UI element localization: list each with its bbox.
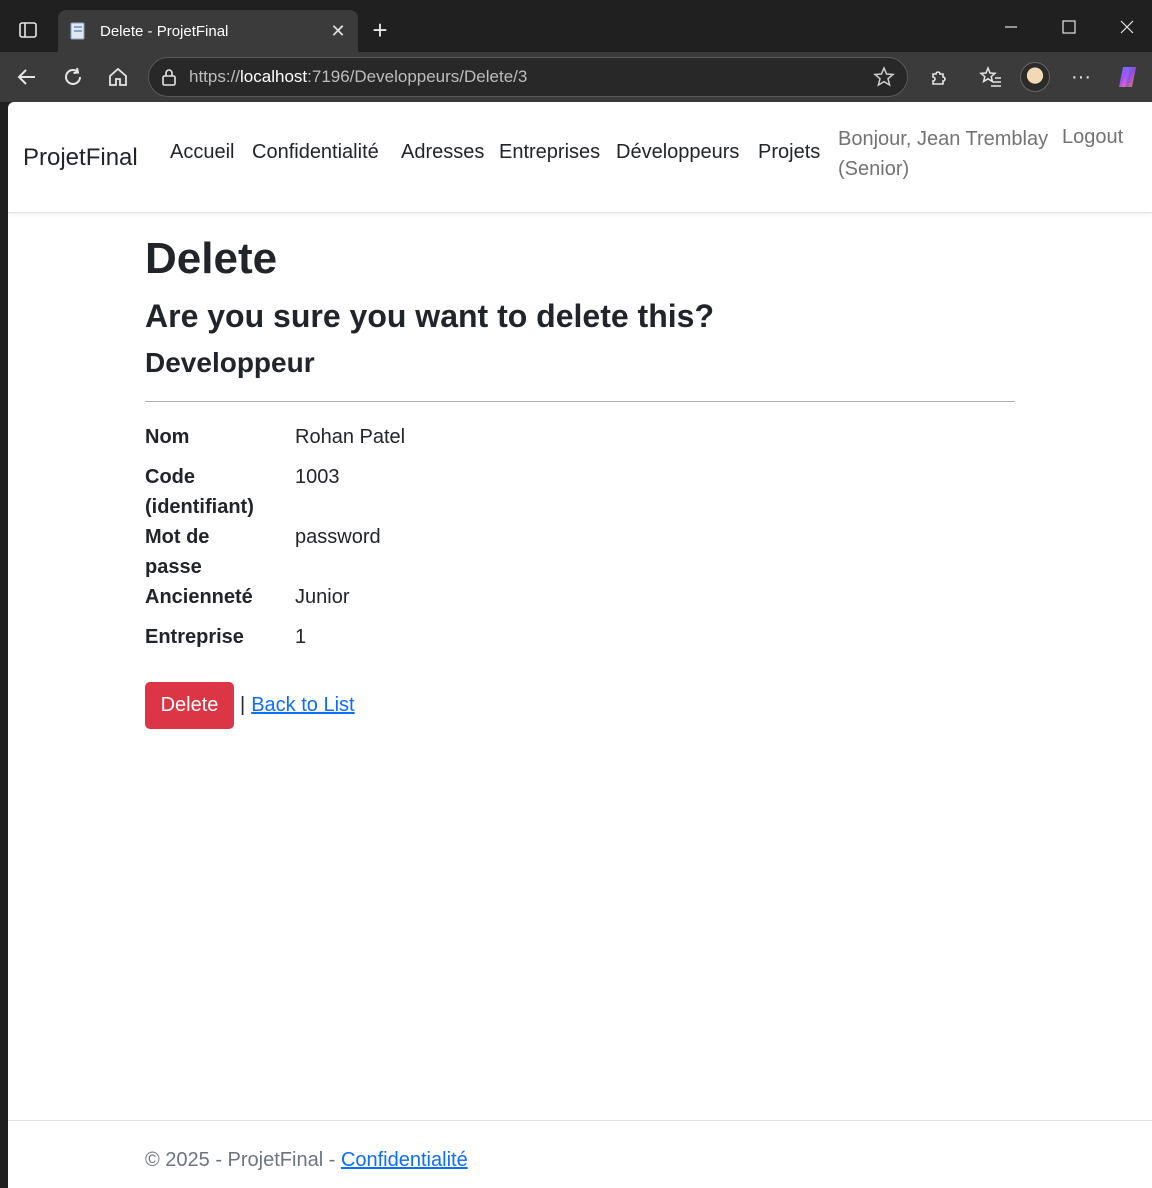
details-list: Nom Rohan Patel Code (identifiant) 1003 M… (145, 422, 1015, 662)
tab-title: Delete - ProjetFinal (100, 22, 229, 40)
maximize-button[interactable] (1046, 8, 1092, 46)
favorite-star-icon[interactable] (873, 66, 895, 88)
page-title: Delete (145, 234, 278, 283)
close-window-button[interactable] (1104, 8, 1150, 46)
tab-strip: Delete - ProjetFinal ✕ + (0, 0, 1152, 52)
confirm-question: Are you sure you want to delete this? (145, 298, 714, 334)
copilot-button[interactable] (1111, 60, 1145, 94)
more-options-button[interactable]: ··· (1064, 60, 1098, 94)
detail-value: 1003 (295, 466, 340, 488)
footer-privacy-link[interactable]: Confidentialité (341, 1149, 468, 1171)
reload-icon (65, 67, 81, 85)
copilot-icon (1119, 67, 1136, 87)
new-tab-button[interactable]: + (364, 14, 396, 46)
nav-link-developpeurs[interactable]: Développeurs (616, 141, 739, 164)
footer-copyright: © 2025 - ProjetFinal - (145, 1149, 341, 1171)
back-arrow-icon (17, 69, 35, 85)
tab-actions-button[interactable] (8, 12, 48, 48)
detail-label: Entreprise (145, 626, 244, 648)
detail-row-nom: Nom Rohan Patel (145, 422, 1015, 462)
nav-link-confidentialite[interactable]: Confidentialité (252, 141, 379, 164)
back-button[interactable] (10, 60, 44, 94)
logout-button[interactable]: Logout (1062, 126, 1123, 149)
separator: | (240, 694, 246, 716)
close-window-icon (1120, 20, 1134, 34)
minimize-icon (1005, 26, 1017, 28)
puzzle-icon (932, 71, 946, 85)
greeting-level: (Senior) (838, 158, 910, 180)
more-icon: ··· (1071, 65, 1091, 88)
page-favicon-icon (70, 22, 85, 40)
address-bar[interactable]: https://localhost:7196/Developpeurs/Dele… (148, 57, 908, 97)
detail-value: password (295, 526, 381, 548)
close-tab-icon[interactable]: ✕ (328, 21, 348, 42)
extensions-button[interactable] (922, 60, 956, 94)
detail-row-anciennete: Ancienneté Junior (145, 582, 1015, 622)
lock-icon (162, 69, 176, 86)
maximize-icon (1062, 20, 1076, 34)
detail-label: Mot de passe (145, 526, 210, 578)
nav-link-entreprises[interactable]: Entreprises (499, 141, 600, 164)
minimize-button[interactable] (988, 8, 1034, 46)
favorites-list-icon (979, 66, 1001, 87)
nav-link-projets[interactable]: Projets (758, 141, 820, 164)
page-viewport: ProjetFinal Accueil Confidentialité Adre… (8, 102, 1152, 1188)
home-icon (109, 67, 127, 86)
reload-button[interactable] (56, 60, 90, 94)
detail-value: 1 (295, 626, 307, 648)
divider (145, 401, 1015, 402)
site-footer: © 2025 - ProjetFinal - Confidentialité (8, 1120, 1152, 1188)
detail-row-code: Code (identifiant) 1003 (145, 462, 1015, 522)
favorites-button[interactable] (974, 60, 1008, 94)
brand-link[interactable]: ProjetFinal (23, 144, 138, 172)
nav-link-adresses[interactable]: Adresses (401, 141, 484, 164)
tab-actions-icon (19, 22, 37, 38)
user-greeting[interactable]: Bonjour, Jean Tremblay (Senior) (838, 124, 1058, 184)
active-tab[interactable]: Delete - ProjetFinal ✕ (58, 10, 358, 52)
browser-toolbar: https://localhost:7196/Developpeurs/Dele… (0, 52, 1152, 102)
url-text: https://localhost:7196/Developpeurs/Dele… (189, 67, 528, 86)
detail-label: Nom (145, 426, 190, 448)
footer-content: © 2025 - ProjetFinal - Confidentialité (145, 1149, 468, 1172)
site-navbar: ProjetFinal Accueil Confidentialité Adre… (8, 102, 1152, 213)
entity-heading: Developpeur (145, 347, 315, 378)
delete-button[interactable]: Delete (145, 682, 234, 729)
detail-row-mot-de-passe: Mot de passe password (145, 522, 1015, 582)
nav-link-accueil[interactable]: Accueil (170, 141, 234, 164)
profile-avatar[interactable] (1020, 62, 1050, 92)
home-button[interactable] (101, 60, 135, 94)
back-to-list-link[interactable]: Back to List (251, 694, 354, 717)
detail-label: Code (identifiant) (145, 466, 254, 518)
detail-label: Ancienneté (145, 586, 253, 608)
detail-value: Junior (295, 586, 350, 608)
detail-row-entreprise: Entreprise 1 (145, 622, 1015, 662)
form-actions: Delete | Back to List (145, 682, 355, 729)
detail-value: Rohan Patel (295, 426, 406, 448)
greeting-name: Bonjour, Jean Tremblay (838, 128, 1049, 150)
